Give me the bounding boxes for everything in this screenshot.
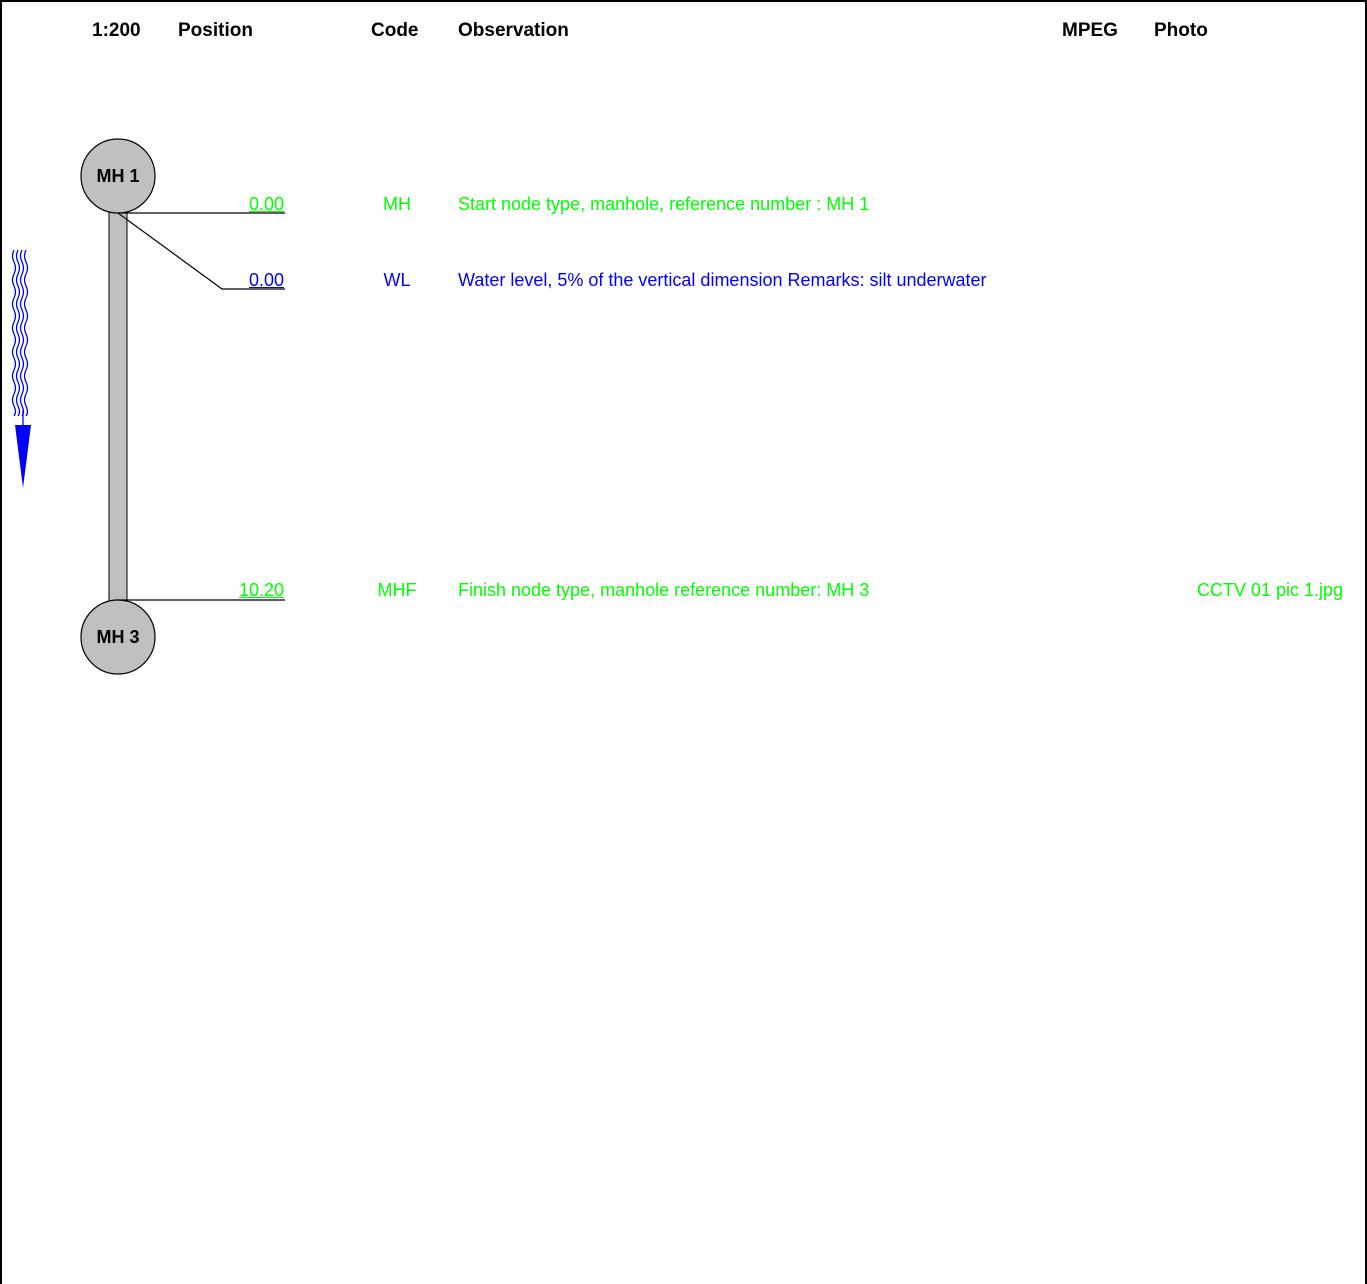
header-observation: Observation [458, 20, 569, 41]
observation-position[interactable]: 10.20 [204, 579, 284, 601]
observation-text: Water level, 5% of the vertical dimensio… [458, 270, 987, 290]
start-manhole-label: MH 1 [96, 166, 140, 186]
observation-code: MHF [377, 580, 417, 600]
observation-code: WL [383, 270, 411, 290]
header-code: Code [371, 20, 419, 41]
observation-position[interactable]: 0.00 [204, 193, 284, 215]
header-photo: Photo [1154, 20, 1208, 41]
observation-text: Start node type, manhole, reference numb… [458, 194, 870, 214]
header-position: Position [178, 20, 253, 41]
flow-direction-icon [11, 249, 31, 488]
observation-photo-link[interactable]: CCTV 01 pic 1.jpg [1160, 579, 1343, 601]
finish-manhole-label: MH 3 [96, 627, 140, 647]
pipe-segment [108, 211, 128, 603]
header-mpeg: MPEG [1062, 20, 1118, 41]
header-scale: 1:200 [92, 20, 141, 41]
observation-code: MH [383, 194, 411, 214]
observation-position[interactable]: 0.00 [204, 269, 284, 291]
observation-text: Finish node type, manhole reference numb… [458, 580, 870, 600]
